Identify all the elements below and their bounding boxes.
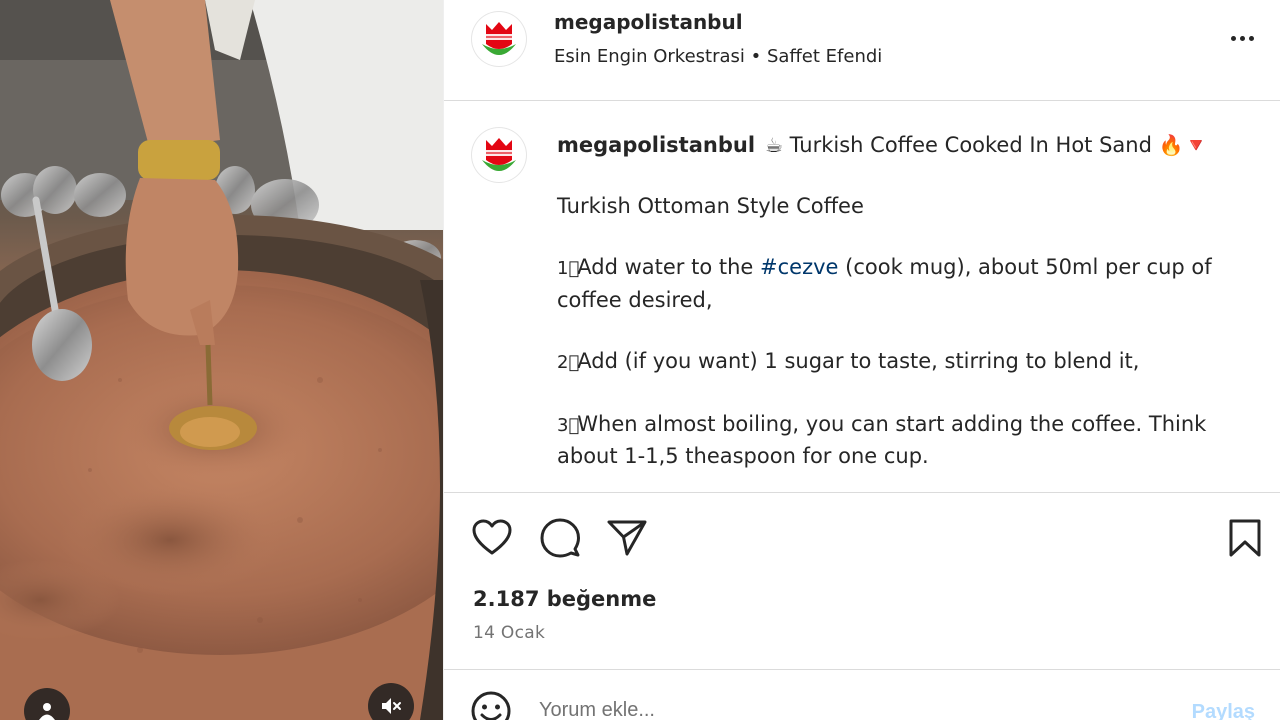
post-date[interactable]: 14 Ocak <box>473 623 545 643</box>
keycap-one-icon: 1⃣ <box>557 258 579 279</box>
save-button[interactable] <box>1223 516 1267 560</box>
caption-title-line: megapolistanbul ☕ Turkish Coffee Cooked I… <box>557 130 1247 161</box>
post-header: megapolistanbul Esin Engin Orkestrasi • … <box>444 0 1280 101</box>
share-button[interactable] <box>605 516 649 560</box>
caption-step-3: 3⃣When almost boiling, you can start add… <box>557 409 1247 472</box>
post-comment-button[interactable]: Paylaş <box>1192 701 1255 720</box>
user-icon <box>39 703 55 720</box>
more-options-button[interactable] <box>1227 26 1257 50</box>
audio-track-link[interactable]: Esin Engin Orkestrasi • Saffet Efendi <box>554 46 882 67</box>
more-horizontal-icon <box>1230 35 1236 41</box>
hashtag-link[interactable]: #cezve <box>760 255 838 279</box>
coffee-in-sand-image <box>0 0 443 720</box>
megapolistanbul-logo-icon <box>482 138 516 171</box>
keycap-three-icon: 3⃣ <box>557 414 579 436</box>
caption-title: Turkish Coffee Cooked In Hot Sand <box>789 133 1152 157</box>
likes-count[interactable]: 2.187 beğenme <box>473 587 656 611</box>
caption-username[interactable]: megapolistanbul <box>557 133 755 157</box>
like-button[interactable] <box>470 516 514 560</box>
send-icon <box>607 520 647 556</box>
step-1-text-pre: Add water to the <box>577 255 761 279</box>
comment-icon <box>540 518 580 558</box>
caption-step-2: 2⃣Add (if you want) 1 sugar to taste, st… <box>557 346 1247 379</box>
step-2-text: Add (if you want) 1 sugar to taste, stir… <box>577 348 1140 373</box>
keycap-two-icon: 2⃣ <box>557 351 579 373</box>
caption-subtitle: Turkish Ottoman Style Coffee <box>557 194 864 218</box>
post-caption: megapolistanbul ☕ Turkish Coffee Cooked I… <box>557 130 1247 472</box>
megapolistanbul-logo-icon <box>482 22 516 55</box>
comment-button[interactable] <box>538 516 582 560</box>
emoji-picker-button[interactable] <box>470 690 512 720</box>
header-username[interactable]: megapolistanbul <box>554 10 743 34</box>
post-details-panel: megapolistanbul Esin Engin Orkestrasi • … <box>443 0 1280 720</box>
dot <box>1239 35 1245 41</box>
smiley-icon <box>471 691 511 720</box>
bookmark-icon <box>1229 519 1261 557</box>
caption-avatar[interactable] <box>472 128 526 182</box>
red-triangle-icon: 🔻 <box>1183 133 1209 157</box>
avatar[interactable] <box>472 12 526 66</box>
comment-composer: Paylaş <box>444 669 1280 720</box>
heart-icon <box>472 519 512 555</box>
coffee-cup-icon: ☕ <box>765 133 783 157</box>
fire-icon: 🔥 <box>1158 133 1184 157</box>
comment-input[interactable] <box>539 699 1139 720</box>
post-media-video[interactable] <box>0 0 443 720</box>
dot <box>1248 35 1254 41</box>
speaker-muted-icon <box>382 698 401 714</box>
step-3-text: When almost boiling, you can start addin… <box>557 411 1207 469</box>
action-bar <box>444 492 1280 582</box>
caption-step-1: 1⃣Add water to the #cezve (cook mug), ab… <box>557 252 1247 315</box>
